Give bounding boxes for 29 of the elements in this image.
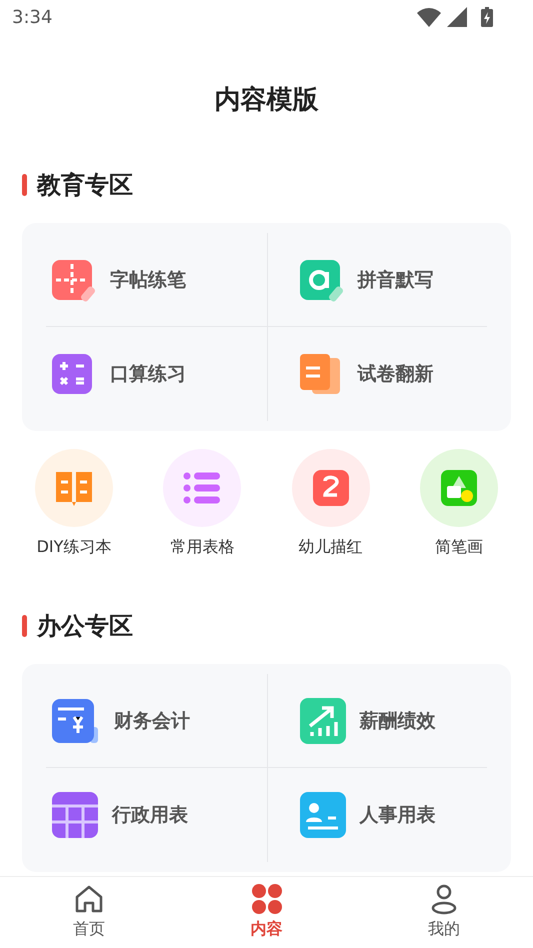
table-icon [52, 792, 98, 838]
tab[interactable]: 我的 [355, 877, 533, 948]
category-button[interactable]: 行政用表 [46, 768, 266, 862]
section-title: 办公专区 [37, 611, 133, 642]
section-marker [22, 174, 27, 196]
signal-icon [447, 7, 467, 27]
receipt-icon [52, 696, 100, 744]
id-card-icon [300, 792, 346, 838]
category-button[interactable]: 字帖练笔 [46, 233, 266, 327]
status-time: 3:34 [12, 6, 52, 28]
number-two-icon [310, 468, 351, 508]
category-button[interactable]: 人事用表 [266, 768, 487, 862]
category-button[interactable]: 薪酬绩效 [266, 674, 487, 768]
four-petal-icon [250, 883, 282, 915]
category-button[interactable]: 口算练习 [46, 327, 266, 421]
page-title: 内容模版 [214, 84, 320, 117]
tab[interactable]: 内容 [178, 877, 356, 948]
battery-icon [481, 7, 493, 27]
tab[interactable]: 首页 [0, 877, 178, 948]
wifi-icon [417, 7, 441, 27]
category-button[interactable]: 财务会计 [46, 674, 266, 768]
section-title: 教育专区 [37, 170, 133, 201]
category-button[interactable]: 拼音默写 [266, 233, 487, 327]
letter-a-icon [300, 258, 344, 302]
growth-chart-icon [300, 698, 346, 744]
category-button[interactable]: 试卷翻新 [266, 327, 487, 421]
section-marker [22, 615, 27, 637]
grid-paper-icon [52, 258, 96, 302]
shapes-icon [438, 468, 479, 508]
